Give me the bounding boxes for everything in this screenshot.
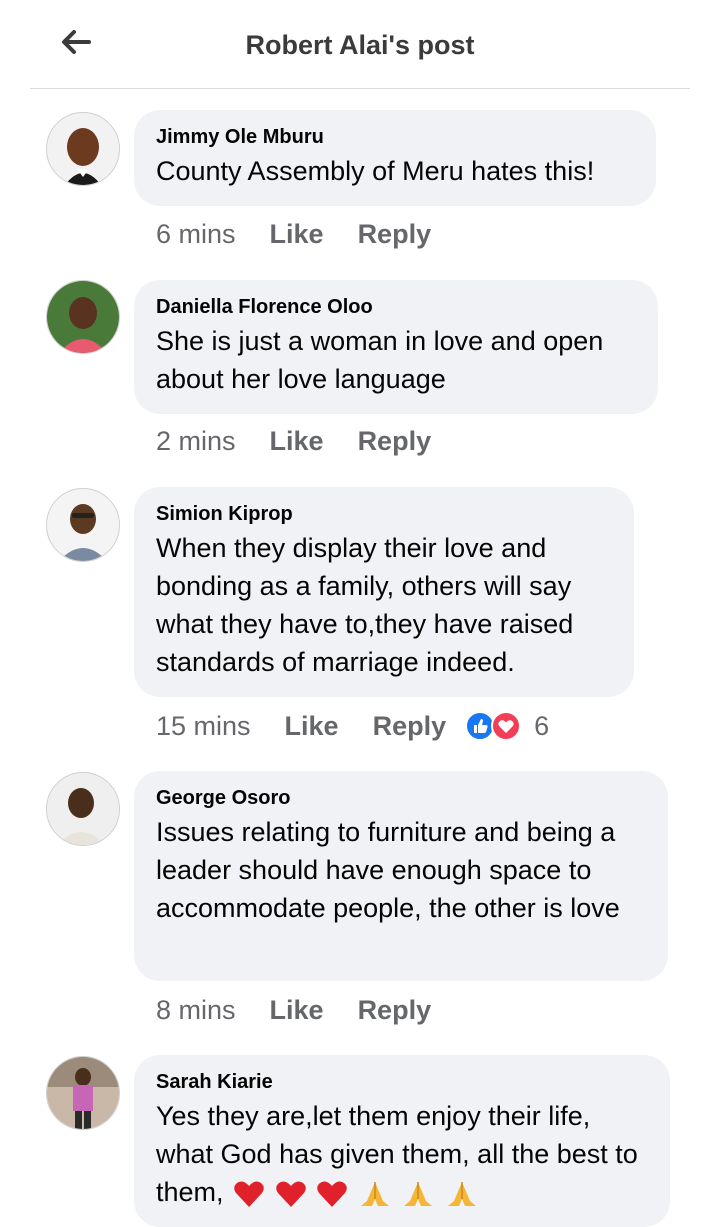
comment-bubble: Jimmy Ole Mburu County Assembly of Meru … (134, 110, 656, 206)
red-heart-icon (234, 1181, 264, 1207)
comment-time: 6 mins (156, 219, 236, 249)
header-divider (30, 88, 690, 89)
avatar[interactable] (46, 488, 120, 562)
reply-button[interactable]: Reply (358, 426, 432, 457)
comment-actions: 8 mins Like Reply (156, 995, 465, 1026)
comment-time: 15 mins (156, 710, 251, 741)
folded-hands-icon (447, 1181, 476, 1206)
commenter-name[interactable]: George Osoro (156, 785, 646, 811)
folded-hands-icon (404, 1181, 433, 1206)
comment-text: Issues relating to furniture and being a… (156, 817, 620, 923)
like-button[interactable]: Like (270, 426, 324, 457)
comment-time: 2 mins (156, 426, 236, 456)
comment-actions: 15 mins Like Reply 6 (156, 710, 549, 742)
emoji-row (224, 1177, 479, 1207)
comment-time: 8 mins (156, 995, 236, 1025)
comment-bubble: Simion Kiprop When they display their lo… (134, 487, 634, 697)
reaction-count: 6 (534, 710, 550, 741)
comment-actions: 6 mins Like Reply (156, 219, 465, 250)
comment-text: When they display their love and bonding… (156, 533, 574, 677)
comment-text: County Assembly of Meru hates this! (156, 156, 595, 186)
comment-bubble: Daniella Florence Oloo She is just a wom… (134, 280, 658, 414)
like-button[interactable]: Like (270, 995, 324, 1026)
avatar[interactable] (46, 772, 120, 846)
reply-button[interactable]: Reply (358, 995, 432, 1026)
like-button[interactable]: Like (285, 711, 339, 742)
commenter-name[interactable]: Jimmy Ole Mburu (156, 124, 634, 150)
commenter-name[interactable]: Daniella Florence Oloo (156, 294, 636, 320)
avatar[interactable] (46, 280, 120, 354)
comment-bubble: George Osoro Issues relating to furnitur… (134, 771, 668, 981)
red-heart-icon (275, 1181, 306, 1207)
comment-actions: 2 mins Like Reply (156, 426, 465, 457)
page-title: Robert Alai's post (245, 30, 475, 60)
reactions-summary[interactable]: 6 (464, 710, 549, 742)
red-heart-icon (317, 1181, 347, 1207)
comment-bubble: Sarah Kiarie Yes they are,let them enjoy… (134, 1055, 670, 1227)
reply-button[interactable]: Reply (358, 219, 432, 250)
avatar[interactable] (46, 1056, 120, 1130)
comment-text: Yes they are,let them enjoy their life, … (156, 1097, 648, 1211)
love-reaction-icon (491, 711, 522, 741)
commenter-name[interactable]: Simion Kiprop (156, 501, 612, 527)
post-header: Robert Alai's post (0, 0, 720, 88)
avatar[interactable] (46, 112, 120, 186)
commenter-name[interactable]: Sarah Kiarie (156, 1069, 648, 1095)
reply-button[interactable]: Reply (373, 711, 447, 742)
like-button[interactable]: Like (270, 219, 324, 250)
folded-hands-icon (360, 1181, 389, 1206)
comment-text: She is just a woman in love and open abo… (156, 326, 604, 394)
